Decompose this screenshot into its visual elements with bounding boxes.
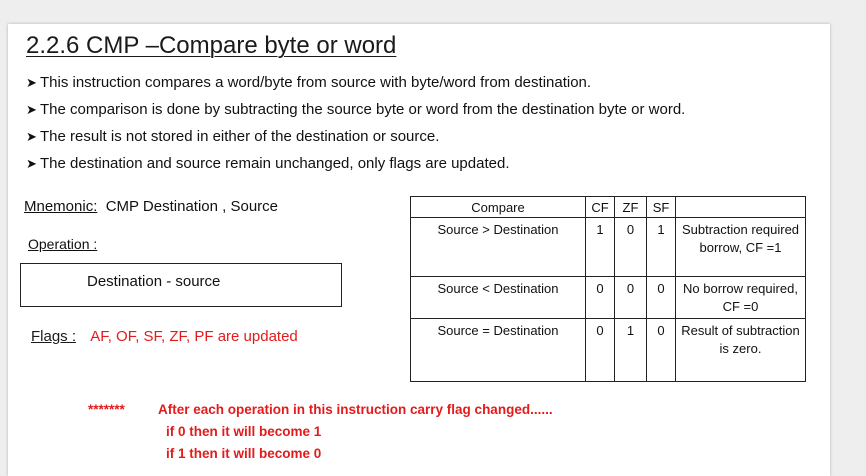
sf-cell: 1 xyxy=(646,217,676,277)
arrow-bullet-icon: ➤ xyxy=(26,102,37,117)
sf-cell: 0 xyxy=(646,318,676,382)
flags-value: AF, OF, SF, ZF, PF are updated xyxy=(90,328,298,345)
arrow-bullet-icon: ➤ xyxy=(26,156,37,171)
note-cell: No borrow required, CF =0 xyxy=(675,275,806,320)
sf-cell: 0 xyxy=(646,275,676,320)
bullet-item: ➤ The result is not stored in either of t… xyxy=(26,126,685,153)
note-line-2: if 0 then it will become 1 xyxy=(166,424,322,439)
header-cell: Compare xyxy=(410,195,586,219)
zf-cell: 1 xyxy=(614,318,647,382)
arrow-bullet-icon: ➤ xyxy=(26,75,37,90)
compare-cell: Source = Destination xyxy=(410,318,586,382)
document-page: 2.2.6 CMP –Compare byte or word ➤ This in… xyxy=(8,24,830,476)
table-row: Source < Destination 0 0 0 No borrow req… xyxy=(410,275,806,320)
note-stars: ******* xyxy=(88,402,125,417)
operation-value: Destination - source xyxy=(87,273,221,290)
bullet-item: ➤ The destination and source remain uncha… xyxy=(26,153,685,180)
arrow-bullet-icon: ➤ xyxy=(26,129,37,144)
cf-cell: 0 xyxy=(585,275,615,320)
cf-cell: 1 xyxy=(585,217,615,277)
header-cell: CF xyxy=(585,195,615,219)
mnemonic-value: CMP Destination , Source xyxy=(105,198,279,215)
compare-table: Compare CF ZF SF Source > Destination 1 … xyxy=(410,195,806,382)
bullet-item: ➤ This instruction compares a word/byte f… xyxy=(26,72,685,99)
header-cell: ZF xyxy=(614,195,647,219)
flags-line: Flags : AF, OF, SF, ZF, PF are updated xyxy=(31,328,298,345)
note-line-3: if 1 then it will become 0 xyxy=(166,446,322,461)
table-row: Source = Destination 0 1 0 Result of sub… xyxy=(410,318,806,382)
cf-cell: 0 xyxy=(585,318,615,382)
note-cell: Subtraction required borrow, CF =1 xyxy=(675,217,806,277)
bullet-list: ➤ This instruction compares a word/byte f… xyxy=(26,72,685,180)
note-line-1: After each operation in this instruction… xyxy=(158,402,553,417)
mnemonic-label: Mnemonic: xyxy=(24,198,98,215)
note-cell: Result of subtraction is zero. xyxy=(675,318,806,382)
carry-flag-note: ******* After each operation in this inst… xyxy=(88,399,553,465)
compare-cell: Source > Destination xyxy=(410,217,586,277)
header-cell: SF xyxy=(646,195,676,219)
operation-box: Destination - source xyxy=(20,263,342,307)
operation-label: Operation : xyxy=(28,236,98,252)
flags-label: Flags : xyxy=(31,328,77,345)
page-title: 2.2.6 CMP –Compare byte or word xyxy=(26,32,397,59)
table-header-row: Compare CF ZF SF xyxy=(410,195,806,219)
header-cell xyxy=(675,195,806,219)
bullet-item: ➤ The comparison is done by subtracting t… xyxy=(26,99,685,126)
table-row: Source > Destination 1 0 1 Subtraction r… xyxy=(410,217,806,277)
mnemonic-line: Mnemonic: CMP Destination , Source xyxy=(24,198,278,215)
zf-cell: 0 xyxy=(614,217,647,277)
compare-cell: Source < Destination xyxy=(410,275,586,320)
zf-cell: 0 xyxy=(614,275,647,320)
